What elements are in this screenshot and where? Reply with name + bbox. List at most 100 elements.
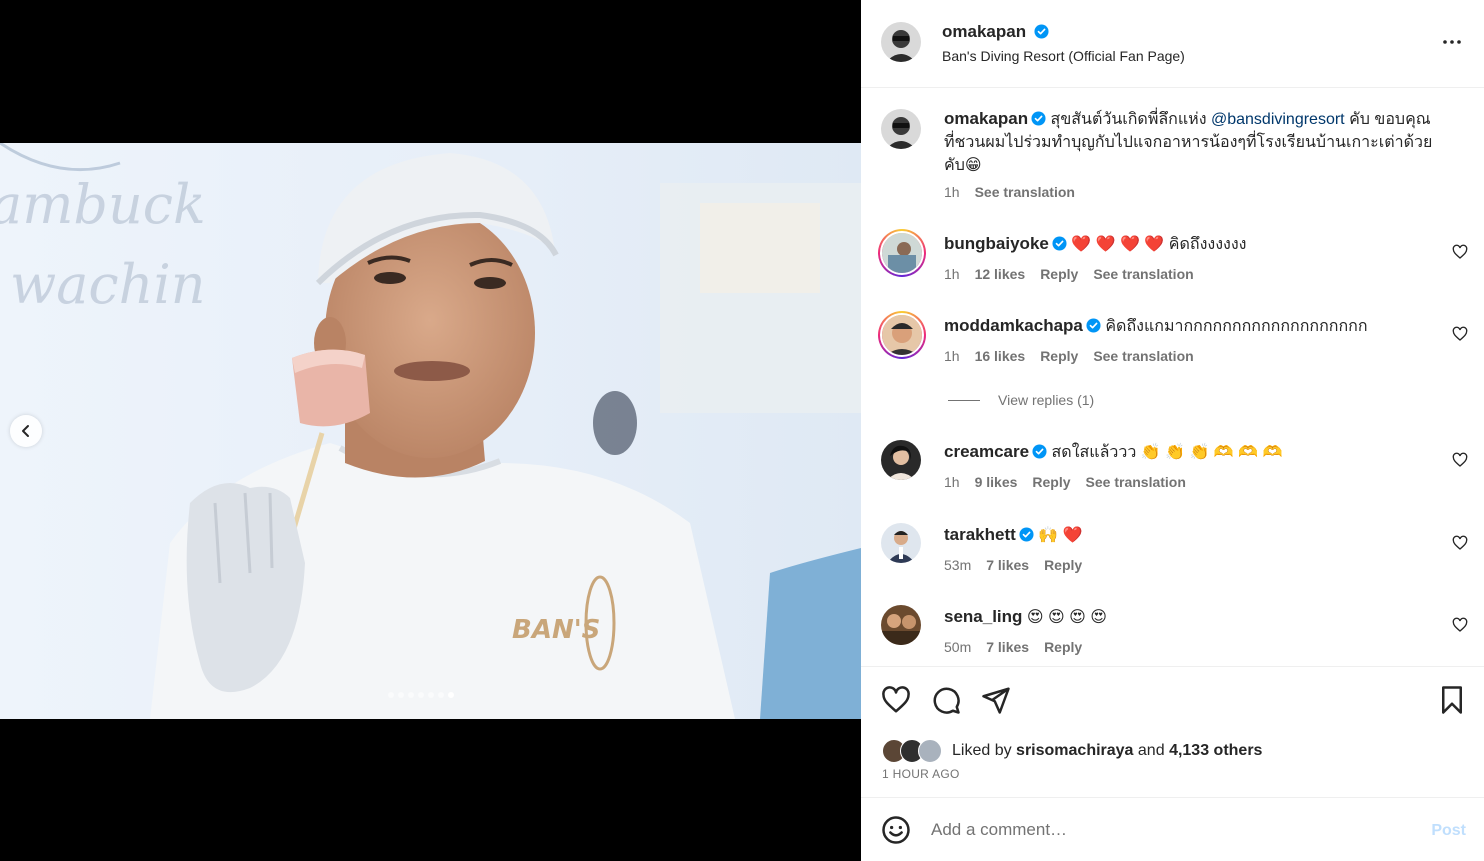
carousel-prev-button[interactable] bbox=[10, 415, 42, 447]
comment-likes-count[interactable]: 7 likes bbox=[986, 557, 1029, 573]
comment-body: คิดถึงแกมากกกกกกกกกกกกกกกกกกก bbox=[1105, 318, 1368, 335]
reply-button[interactable]: Reply bbox=[1044, 557, 1082, 573]
like-comment-heart-icon[interactable] bbox=[1452, 617, 1468, 633]
reply-button[interactable]: Reply bbox=[1032, 474, 1070, 490]
comment-likes-count[interactable]: 9 likes bbox=[975, 474, 1018, 490]
comments-list[interactable]: omakapan สุขสันต์วันเกิดพี่ลึกแห่ง @bans… bbox=[861, 88, 1484, 666]
comment-meta: 1h 16 likes Reply See translation bbox=[944, 348, 1194, 364]
verified-badge-icon bbox=[1032, 444, 1047, 459]
comment-text: creamcare สดใสแล้ววว 👏 👏 👏 🫶 🫶 🫶 bbox=[944, 440, 1434, 464]
svg-text:wachin: wachin bbox=[10, 253, 206, 316]
like-comment-heart-icon[interactable] bbox=[1452, 244, 1468, 260]
comment-text: tarakhett 🙌 ❤️ bbox=[944, 523, 1434, 547]
carousel-dot bbox=[428, 692, 434, 698]
comment-body: 😍 😍 😍 😍 bbox=[1026, 609, 1107, 626]
comment-time[interactable]: 1h bbox=[944, 266, 960, 282]
carousel-dot bbox=[408, 692, 414, 698]
caption-meta: 1h See translation bbox=[944, 184, 1075, 200]
comment-body: ❤️ ❤️ ❤️ ❤️ คิดถึงงงงงง bbox=[1071, 236, 1247, 253]
liked-by-prefix: Liked by bbox=[952, 742, 1012, 759]
comment-time[interactable]: 50m bbox=[944, 639, 971, 655]
verified-badge-icon bbox=[1034, 24, 1049, 39]
comment-body: 🙌 ❤️ bbox=[1038, 527, 1083, 544]
reply-button[interactable]: Reply bbox=[1040, 266, 1078, 282]
caption-time[interactable]: 1h bbox=[944, 184, 960, 200]
see-translation-button[interactable]: See translation bbox=[1093, 348, 1193, 364]
chevron-left-icon bbox=[22, 425, 29, 437]
comment-likes-count[interactable]: 7 likes bbox=[986, 639, 1029, 655]
comment-time[interactable]: 53m bbox=[944, 557, 971, 573]
comment-likes-count[interactable]: 12 likes bbox=[975, 266, 1026, 282]
commenter-avatar[interactable] bbox=[878, 229, 926, 277]
like-heart-icon[interactable] bbox=[881, 685, 911, 715]
comment-time[interactable]: 1h bbox=[944, 348, 960, 364]
carousel-dot bbox=[438, 692, 444, 698]
caption-mention-link[interactable]: @bansdivingresort bbox=[1211, 111, 1345, 128]
side-panel: omakapan Ban's Diving Resort (Official F… bbox=[861, 0, 1484, 861]
commenter-username[interactable]: tarakhett bbox=[944, 525, 1016, 544]
emoji-smiley-icon[interactable] bbox=[881, 815, 911, 845]
post-photo[interactable]: ambuck wachin BAN'S bbox=[0, 143, 861, 719]
comment-text: sena_ling 😍 😍 😍 😍 bbox=[944, 605, 1434, 629]
save-bookmark-icon[interactable] bbox=[1437, 685, 1467, 715]
see-translation-button[interactable]: See translation bbox=[975, 184, 1075, 200]
comment-item: creamcare สดใสแล้ววว 👏 👏 👏 🫶 🫶 🫶 1h 9 li… bbox=[861, 440, 1484, 500]
replies-divider-line bbox=[948, 399, 980, 401]
comment-likes-count[interactable]: 16 likes bbox=[975, 348, 1026, 364]
more-options-icon[interactable] bbox=[1440, 30, 1464, 54]
commenter-avatar[interactable] bbox=[881, 523, 921, 563]
commenter-username[interactable]: bungbaiyoke bbox=[944, 234, 1049, 253]
post-comment-button[interactable]: Post bbox=[1431, 822, 1466, 840]
see-translation-button[interactable]: See translation bbox=[1093, 266, 1193, 282]
add-comment-bar: Post bbox=[861, 797, 1484, 861]
comment-item: bungbaiyoke ❤️ ❤️ ❤️ ❤️ คิดถึงงงงงง 1h 1… bbox=[861, 228, 1484, 288]
like-comment-heart-icon[interactable] bbox=[1452, 326, 1468, 342]
verified-badge-icon bbox=[1019, 527, 1034, 542]
comment-text: bungbaiyoke ❤️ ❤️ ❤️ ❤️ คิดถึงงงงงง bbox=[944, 232, 1434, 256]
caption-text: omakapan สุขสันต์วันเกิดพี่ลึกแห่ง @bans… bbox=[944, 107, 1434, 177]
comment-item: sena_ling 😍 😍 😍 😍 50m 7 likes Reply bbox=[861, 605, 1484, 665]
comment-meta: 50m 7 likes Reply bbox=[944, 639, 1082, 655]
post-dialog: ambuck wachin BAN'S omakapan Ban's Divin… bbox=[0, 0, 1484, 861]
post-location[interactable]: Ban's Diving Resort (Official Fan Page) bbox=[942, 48, 1185, 64]
see-translation-button[interactable]: See translation bbox=[1086, 474, 1186, 490]
verified-badge-icon bbox=[1052, 236, 1067, 251]
author-avatar[interactable] bbox=[881, 109, 921, 149]
commenter-avatar[interactable] bbox=[881, 440, 921, 480]
carousel-indicator bbox=[388, 692, 454, 698]
comment-text: moddamkachapa คิดถึงแกมากกกกกกกกกกกกกกกก… bbox=[944, 314, 1434, 338]
commenter-username[interactable]: creamcare bbox=[944, 442, 1029, 461]
share-send-icon[interactable] bbox=[981, 685, 1011, 715]
carousel-dot bbox=[388, 692, 394, 698]
commenter-avatar[interactable] bbox=[878, 311, 926, 359]
like-comment-heart-icon[interactable] bbox=[1452, 452, 1468, 468]
comment-body: สดใสแล้ววว 👏 👏 👏 🫶 🫶 🫶 bbox=[1051, 444, 1283, 461]
commenter-username[interactable]: sena_ling bbox=[944, 607, 1022, 626]
carousel-dot-active bbox=[448, 692, 454, 698]
likes-others-link[interactable]: 4,133 others bbox=[1169, 742, 1262, 759]
post-header: omakapan Ban's Diving Resort (Official F… bbox=[861, 0, 1484, 88]
commenter-username[interactable]: moddamkachapa bbox=[944, 316, 1083, 335]
comment-input[interactable] bbox=[931, 816, 1411, 844]
view-replies-label[interactable]: View replies (1) bbox=[998, 392, 1094, 408]
verified-badge-icon bbox=[1031, 111, 1046, 126]
caption-body-start: สุขสันต์วันเกิดพี่ลึกแห่ง bbox=[1050, 111, 1207, 128]
liked-by-and: and bbox=[1137, 742, 1165, 759]
commenter-avatar[interactable] bbox=[881, 605, 921, 645]
author-avatar[interactable] bbox=[881, 22, 921, 62]
comment-meta: 53m 7 likes Reply bbox=[944, 557, 1082, 573]
liked-by-user-link[interactable]: srisomachiraya bbox=[1016, 742, 1133, 759]
caption-username[interactable]: omakapan bbox=[944, 109, 1028, 128]
comment-time[interactable]: 1h bbox=[944, 474, 960, 490]
likers-avatars[interactable] bbox=[882, 739, 944, 763]
view-replies-button[interactable]: View replies (1) bbox=[948, 392, 1094, 408]
comment-bubble-icon[interactable] bbox=[931, 685, 961, 715]
svg-text:ambuck: ambuck bbox=[0, 173, 206, 236]
reply-button[interactable]: Reply bbox=[1044, 639, 1082, 655]
like-comment-heart-icon[interactable] bbox=[1452, 535, 1468, 551]
media-panel: ambuck wachin BAN'S bbox=[0, 0, 861, 861]
reply-button[interactable]: Reply bbox=[1040, 348, 1078, 364]
carousel-dot bbox=[418, 692, 424, 698]
author-username[interactable]: omakapan bbox=[942, 22, 1026, 41]
post-timestamp[interactable]: 1 HOUR AGO bbox=[882, 767, 960, 781]
